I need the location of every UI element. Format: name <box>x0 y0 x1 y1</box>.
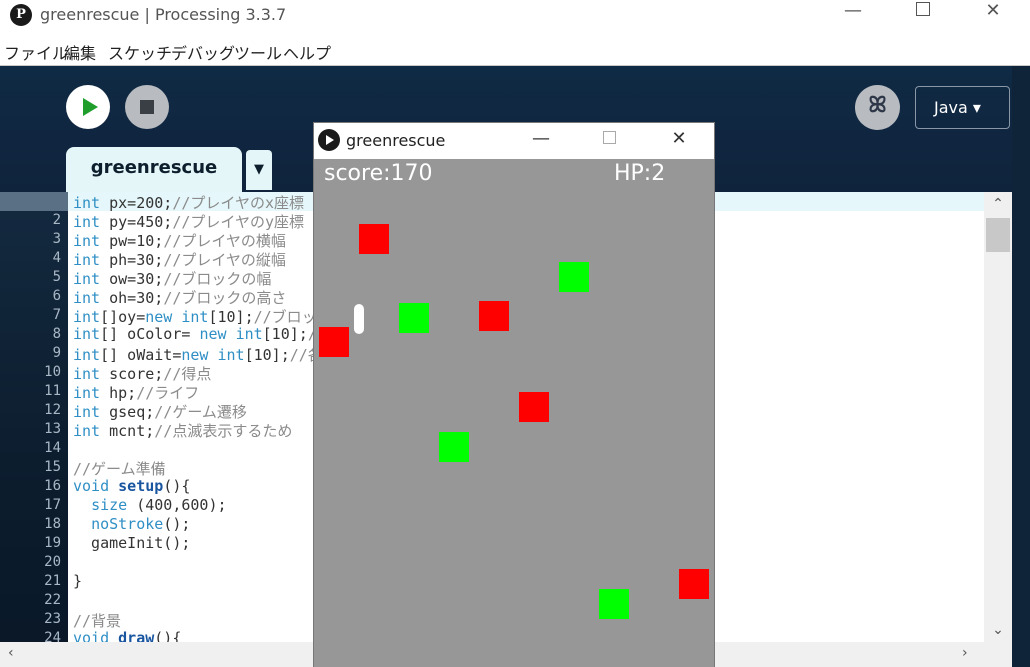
line-number: 7 <box>52 307 61 323</box>
minimize-button[interactable]: — <box>830 0 876 30</box>
line-number: 6 <box>52 288 61 304</box>
red-block <box>479 301 509 331</box>
run-button[interactable] <box>66 85 110 129</box>
line-number: 14 <box>44 440 61 456</box>
scroll-right-icon[interactable]: › <box>962 645 968 661</box>
line-number: 10 <box>44 364 61 380</box>
window-edge <box>1012 66 1030 667</box>
code-line: int py=450;//プレイヤのy座標 <box>73 213 304 231</box>
mode-selector[interactable]: Java ▾ <box>915 86 1010 129</box>
score-label: score:170 <box>324 161 433 186</box>
vertical-scrollbar[interactable]: ⌃ ⌄ <box>984 192 1012 642</box>
sketch-window[interactable]: greenrescue — ✕ score:170 HP:2 <box>313 122 715 667</box>
code-line: int ow=30;//ブロックの幅 <box>73 270 272 288</box>
window-titlebar: P greenrescue | Processing 3.3.7 — ✕ <box>0 0 1030 32</box>
code-line: //背景 <box>73 612 122 630</box>
red-block <box>519 392 549 422</box>
sketch-maximize-button[interactable] <box>594 128 624 149</box>
hp-label: HP:2 <box>614 161 666 186</box>
line-number: 21 <box>44 573 61 589</box>
line-number: 16 <box>44 478 61 494</box>
butterfly-icon: ꕤ <box>868 93 887 118</box>
code-line: int score;//得点 <box>73 365 212 383</box>
line-number: 5 <box>52 269 61 285</box>
sketch-close-button[interactable]: ✕ <box>664 128 694 149</box>
menu-file[interactable]: ファイル <box>4 40 68 64</box>
code-line: int[] oWait=new int[10];//各 <box>73 346 323 364</box>
red-block <box>359 224 389 254</box>
menu-edit[interactable]: 編集 <box>64 40 96 64</box>
line-number: 17 <box>44 497 61 513</box>
menu-tools[interactable]: ツール <box>234 40 282 64</box>
code-line: size (400,600); <box>91 496 227 514</box>
sketch-minimize-button[interactable]: — <box>526 128 556 149</box>
green-block <box>439 432 469 462</box>
code-line: int hp;//ライフ <box>73 384 200 402</box>
debugger-button[interactable]: ꕤ <box>855 85 900 130</box>
line-number: 12 <box>44 402 61 418</box>
code-line: int ph=30;//プレイヤの縦幅 <box>73 251 286 269</box>
code-line: int[] oColor= new int[10];// <box>73 325 326 343</box>
code-line: gameInit(); <box>73 534 191 552</box>
red-block <box>319 327 349 357</box>
red-block <box>679 569 709 599</box>
line-number: 20 <box>44 554 61 570</box>
line-number: 22 <box>44 592 61 608</box>
line-number: 2 <box>52 212 61 228</box>
menu-help[interactable]: ヘルプ <box>283 40 331 64</box>
processing-app-icon: P <box>10 4 32 26</box>
line-number: 3 <box>52 231 61 247</box>
game-canvas[interactable]: score:170 HP:2 <box>314 159 714 667</box>
green-block <box>599 589 629 619</box>
code-line: //ゲーム準備 <box>73 460 166 478</box>
green-block <box>399 303 429 333</box>
code-line: int mcnt;//点滅表示するため <box>73 422 293 440</box>
line-number: 23 <box>44 611 61 627</box>
line-number: 19 <box>44 535 61 551</box>
stop-icon <box>140 100 154 114</box>
player-paddle <box>354 304 364 334</box>
line-number-gutter: 123456789101112131415161718192021222324 <box>0 192 68 646</box>
line-number: 18 <box>44 516 61 532</box>
scroll-up-icon[interactable]: ⌃ <box>984 196 1012 212</box>
line-number: 8 <box>52 326 61 342</box>
line-number: 9 <box>52 345 61 361</box>
scroll-thumb[interactable] <box>986 218 1010 252</box>
code-line: int px=200;//プレイヤのx座標 <box>73 194 304 212</box>
current-line-gutter <box>0 192 68 211</box>
code-line: void setup(){ <box>73 477 191 495</box>
play-icon <box>83 98 98 116</box>
line-number: 15 <box>44 459 61 475</box>
tab-menu-button[interactable]: ▼ <box>246 150 272 190</box>
sketch-app-icon <box>318 129 340 151</box>
code-line: int gseq;//ゲーム遷移 <box>73 403 247 421</box>
stop-button[interactable] <box>125 85 169 129</box>
green-block <box>559 262 589 292</box>
menubar: ファイル 編集 スケッチ デバッグ ツール ヘルプ <box>0 36 1030 66</box>
line-number: 4 <box>52 250 61 266</box>
code-line: int[]oy=new int[10];//ブロッ <box>73 308 317 326</box>
sketch-title: greenrescue <box>346 131 446 150</box>
menu-sketch[interactable]: スケッチ <box>108 40 172 64</box>
scroll-down-icon[interactable]: ⌄ <box>984 622 1012 638</box>
scroll-left-icon[interactable]: ‹ <box>8 645 14 661</box>
window-title: greenrescue | Processing 3.3.7 <box>40 5 287 24</box>
code-line: int oh=30;//ブロックの高さ <box>73 289 287 307</box>
tab-greenrescue[interactable]: greenrescue <box>66 147 242 192</box>
sketch-titlebar: greenrescue — ✕ <box>314 123 714 159</box>
code-line: int pw=10;//プレイヤの横幅 <box>73 232 286 250</box>
maximize-icon <box>602 131 616 144</box>
line-number: 11 <box>44 383 61 399</box>
line-number: 13 <box>44 421 61 437</box>
code-line: } <box>73 572 83 590</box>
maximize-button[interactable] <box>900 0 946 30</box>
maximize-icon <box>916 2 930 16</box>
menu-debug[interactable]: デバッグ <box>171 40 235 64</box>
close-button[interactable]: ✕ <box>970 0 1016 30</box>
code-line: noStroke(); <box>91 515 191 533</box>
